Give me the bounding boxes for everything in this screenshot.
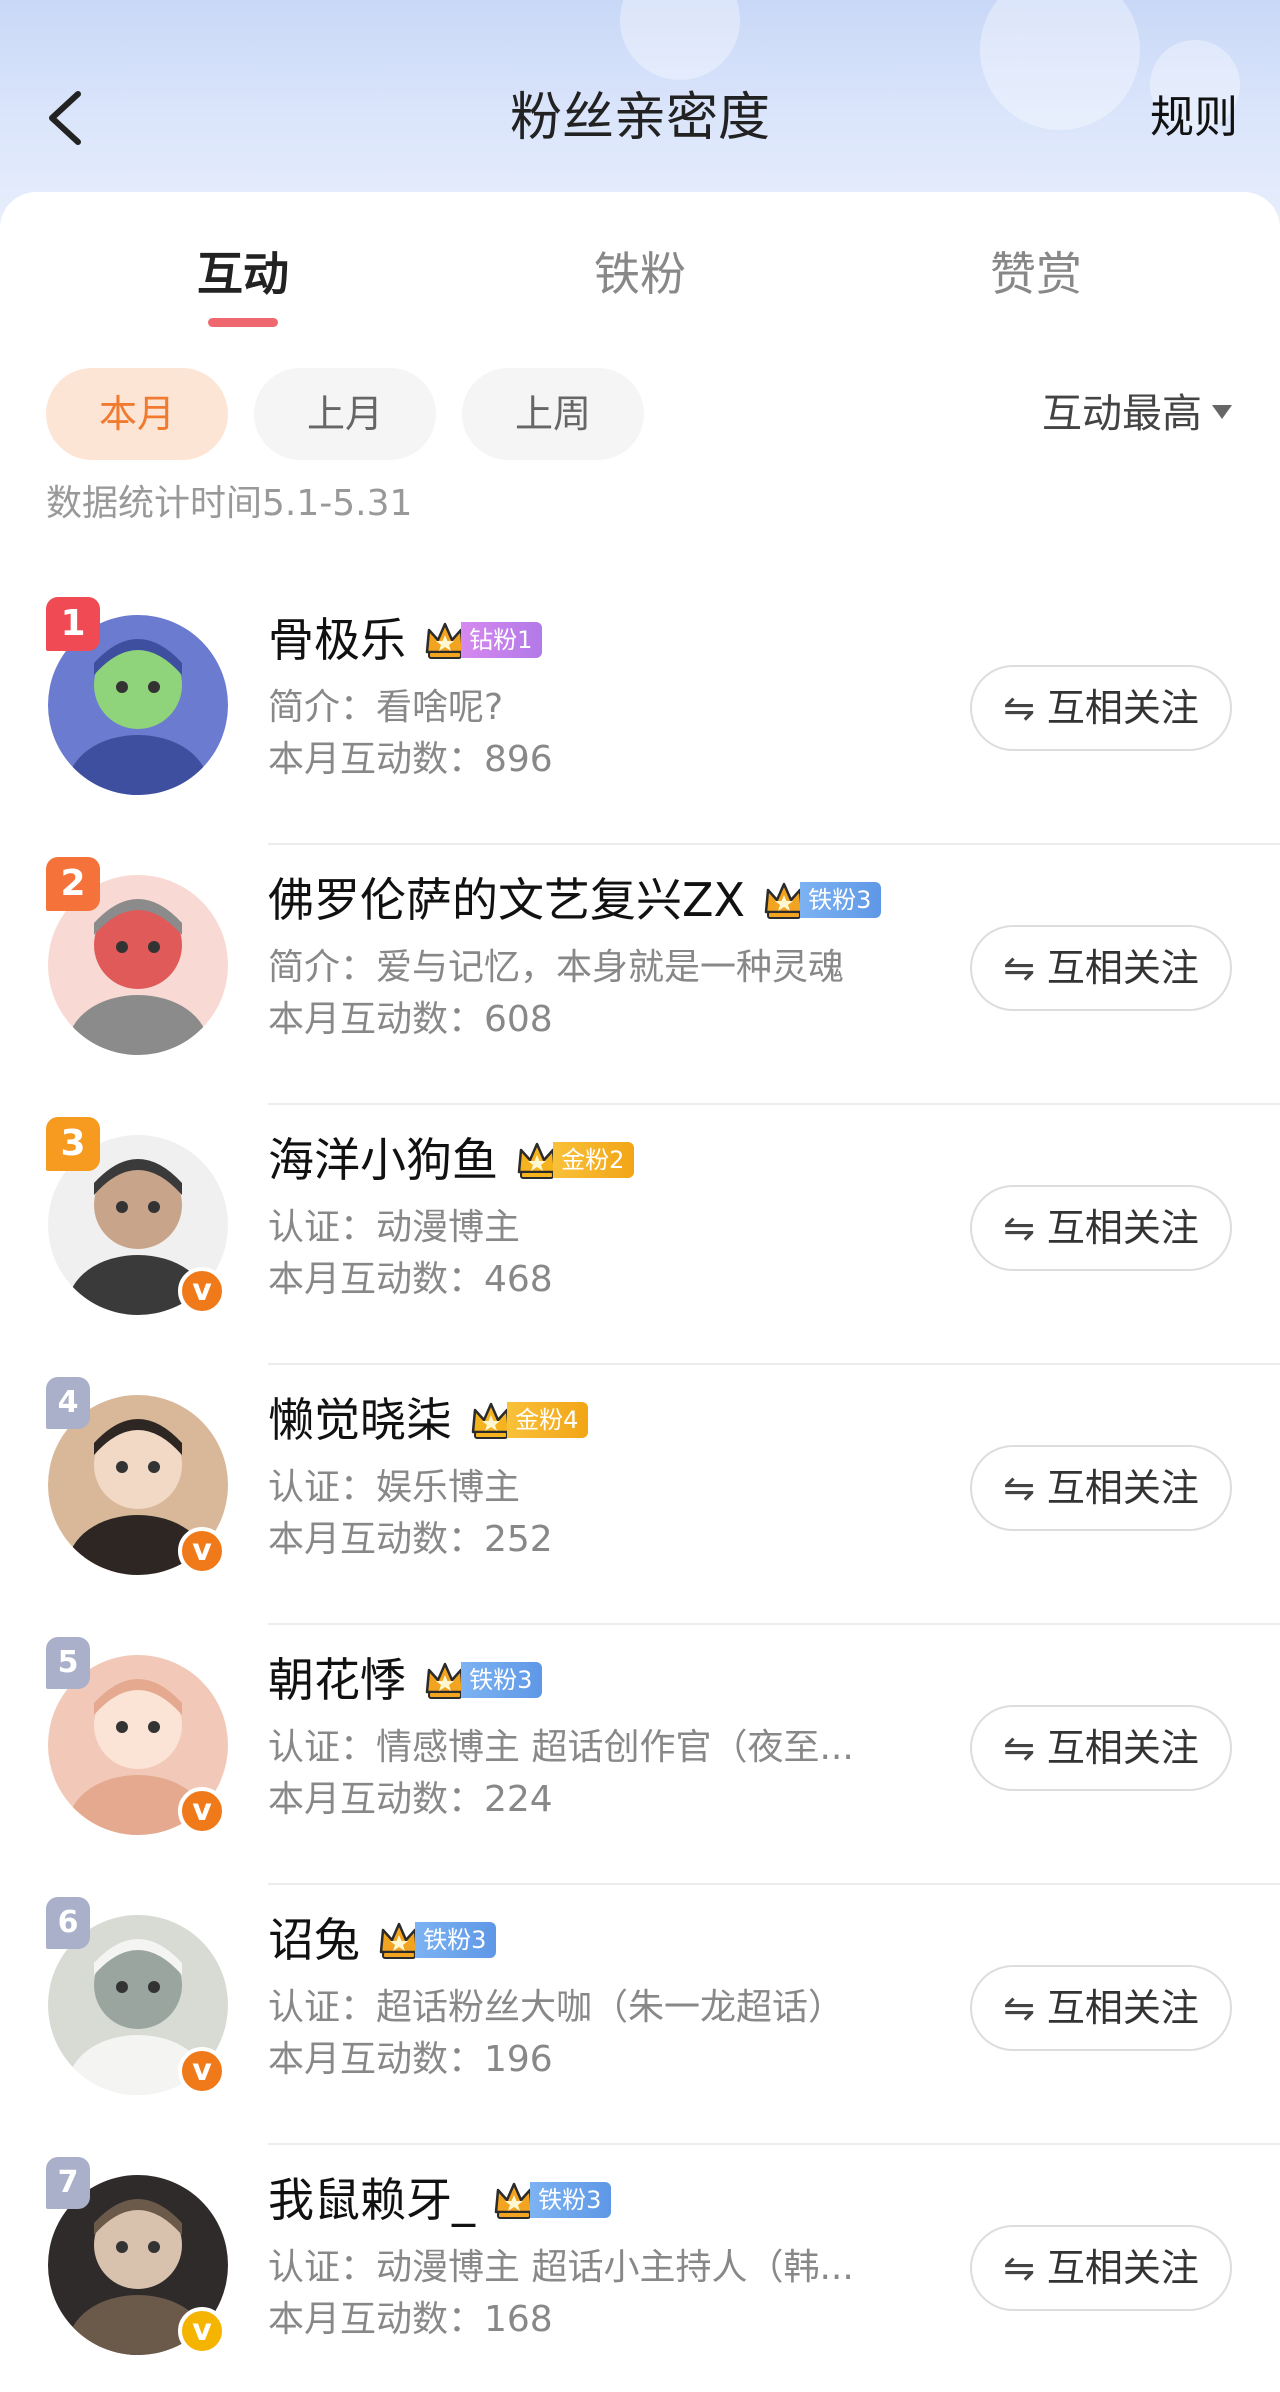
sort-label: 互动最高: [1042, 391, 1202, 437]
fan-description: 简介：爱与记忆，本身就是一种灵魂: [268, 947, 845, 988]
filter-last-month[interactable]: 上月: [254, 368, 436, 460]
badge-label: 金粉4: [507, 1402, 589, 1438]
swap-arrows-icon: ⇋: [1003, 1466, 1035, 1510]
verified-v-icon: v: [178, 1527, 226, 1575]
swap-arrows-icon: ⇋: [1003, 1726, 1035, 1770]
interaction-count: 本月互动数：224: [268, 1779, 553, 1820]
list-item[interactable]: 6 v 诏兔 铁粉3 认证：超话粉丝大咖（朱一龙超话） 本月互动数：196 ⇋ 互…: [0, 1885, 1280, 2145]
fan-description: 认证：动漫博主: [268, 1207, 521, 1248]
name-line: 佛罗伦萨的文艺复兴ZX 铁粉3: [268, 865, 882, 935]
fan-level-badge: 金粉4: [469, 1398, 589, 1442]
verified-v-icon: v: [178, 2047, 226, 2095]
badge-label: 铁粉3: [415, 1922, 497, 1958]
mutual-follow-button[interactable]: ⇋ 互相关注: [970, 1965, 1232, 2051]
filter-last-week[interactable]: 上周: [462, 368, 644, 460]
fan-name: 懒觉晓柒: [268, 1393, 452, 1447]
fan-name: 骨极乐: [268, 613, 406, 667]
mutual-follow-button[interactable]: ⇋ 互相关注: [970, 1705, 1232, 1791]
badge-label: 金粉2: [553, 1142, 635, 1178]
swap-arrows-icon: ⇋: [1003, 946, 1035, 990]
follow-label: 互相关注: [1046, 1986, 1199, 2030]
fan-description: 简介：看啥呢?: [268, 687, 504, 728]
fan-description: 认证：超话粉丝大咖（朱一龙超话）: [268, 1987, 845, 2028]
rank-badge: 5: [46, 1637, 90, 1689]
fan-description: 认证：动漫博主 超话小主持人（韩...: [268, 2247, 854, 2288]
mutual-follow-button[interactable]: ⇋ 互相关注: [970, 925, 1232, 1011]
tab-iron-fans[interactable]: 铁粉: [540, 244, 740, 304]
content-sheet: 互动 铁粉 赞赏 本月 上月 上周 互动最高 数据统计时间5.1-5.31 1: [0, 192, 1280, 2392]
fan-name: 朝花悸: [268, 1653, 406, 1707]
stat-period: 数据统计时间5.1-5.31: [46, 483, 413, 524]
navigation-bar: 粉丝亲密度 规则: [0, 70, 1280, 170]
rules-link[interactable]: 规则: [1150, 90, 1238, 146]
rank-badge: 2: [46, 857, 100, 911]
interaction-count: 本月互动数：168: [268, 2299, 553, 2340]
follow-label: 互相关注: [1046, 1206, 1199, 1250]
fan-description: 认证：情感博主 超话创作官（夜至...: [268, 1727, 854, 1768]
rank-badge: 3: [46, 1117, 100, 1171]
interaction-count: 本月互动数：252: [268, 1519, 553, 1560]
badge-label: 铁粉3: [461, 1662, 543, 1698]
active-tab-indicator: [208, 318, 278, 327]
list-item[interactable]: 7 v 我鼠赖牙_ 铁粉3 认证：动漫博主 超话小主持人（韩... 本月互动数：…: [0, 2145, 1280, 2392]
list-item[interactable]: 2 佛罗伦萨的文艺复兴ZX 铁粉3 简介：爱与记忆，本身就是一种灵魂 本月互动数…: [0, 845, 1280, 1105]
badge-label: 铁粉3: [800, 882, 882, 918]
list-item[interactable]: 1 骨极乐 钻粉1 简介：看啥呢? 本月互动数：896 ⇋ 互相关注: [0, 585, 1280, 845]
interaction-count: 本月互动数：896: [268, 739, 553, 780]
swap-arrows-icon: ⇋: [1003, 2246, 1035, 2290]
follow-label: 互相关注: [1046, 686, 1199, 730]
sort-dropdown[interactable]: 互动最高: [1042, 368, 1232, 460]
verified-v-icon: v: [178, 2307, 226, 2355]
follow-label: 互相关注: [1046, 946, 1199, 990]
rank-badge: 1: [46, 597, 100, 651]
name-line: 懒觉晓柒 金粉4: [268, 1385, 589, 1455]
badge-label: 铁粉3: [530, 2182, 612, 2218]
name-line: 我鼠赖牙_ 铁粉3: [268, 2165, 612, 2235]
follow-label: 互相关注: [1046, 2246, 1199, 2290]
fan-name: 我鼠赖牙_: [268, 2173, 475, 2227]
mutual-follow-button[interactable]: ⇋ 互相关注: [970, 1185, 1232, 1271]
follow-label: 互相关注: [1046, 1726, 1199, 1770]
name-line: 朝花悸 铁粉3: [268, 1645, 543, 1715]
fan-level-badge: 铁粉3: [423, 1658, 543, 1702]
badge-label: 钻粉1: [461, 622, 543, 658]
interaction-count: 本月互动数：468: [268, 1259, 553, 1300]
swap-arrows-icon: ⇋: [1003, 686, 1035, 730]
verified-v-icon: v: [178, 1267, 226, 1315]
mutual-follow-button[interactable]: ⇋ 互相关注: [970, 665, 1232, 751]
name-line: 海洋小狗鱼 金粉2: [268, 1125, 635, 1195]
rank-badge: 7: [46, 2157, 90, 2209]
tab-tips[interactable]: 赞赏: [936, 244, 1136, 304]
caret-down-icon: [1212, 405, 1232, 419]
interaction-count: 本月互动数：196: [268, 2039, 553, 2080]
interaction-count: 本月互动数：608: [268, 999, 553, 1040]
mutual-follow-button[interactable]: ⇋ 互相关注: [970, 2225, 1232, 2311]
mutual-follow-button[interactable]: ⇋ 互相关注: [970, 1445, 1232, 1531]
fan-level-badge: 金粉2: [515, 1138, 635, 1182]
filter-this-month[interactable]: 本月: [46, 368, 228, 460]
list-item[interactable]: 5 v 朝花悸 铁粉3 认证：情感博主 超话创作官（夜至... 本月互动数：22…: [0, 1625, 1280, 1885]
swap-arrows-icon: ⇋: [1003, 1206, 1035, 1250]
fan-level-badge: 铁粉3: [492, 2178, 612, 2222]
fan-level-badge: 铁粉3: [762, 878, 882, 922]
list-item[interactable]: 3 v 海洋小狗鱼 金粉2 认证：动漫博主 本月互动数：468 ⇋ 互相关注: [0, 1105, 1280, 1365]
name-line: 诏兔 铁粉3: [268, 1905, 497, 1975]
rank-badge: 6: [46, 1897, 90, 1949]
swap-arrows-icon: ⇋: [1003, 1986, 1035, 2030]
page-title: 粉丝亲密度: [509, 88, 770, 148]
tab-bar: 互动 铁粉 赞赏: [0, 244, 1280, 324]
page: 粉丝亲密度 规则 互动 铁粉 赞赏 本月 上月 上周 互动最高 数据统计时间5.…: [0, 0, 1280, 2392]
fan-name: 海洋小狗鱼: [268, 1133, 498, 1187]
fan-level-badge: 铁粉3: [377, 1918, 497, 1962]
fan-description: 认证：娱乐博主: [268, 1467, 521, 1508]
list-item[interactable]: 4 v 懒觉晓柒 金粉4 认证：娱乐博主 本月互动数：252 ⇋ 互相关注: [0, 1365, 1280, 1625]
fan-name: 佛罗伦萨的文艺复兴ZX: [268, 873, 746, 927]
rank-badge: 4: [46, 1377, 90, 1429]
tab-interaction[interactable]: 互动: [143, 244, 343, 304]
follow-label: 互相关注: [1046, 1466, 1199, 1510]
fan-name: 诏兔: [268, 1913, 360, 1967]
fan-level-badge: 钻粉1: [423, 618, 543, 662]
name-line: 骨极乐 钻粉1: [268, 605, 543, 675]
verified-v-icon: v: [178, 1787, 226, 1835]
